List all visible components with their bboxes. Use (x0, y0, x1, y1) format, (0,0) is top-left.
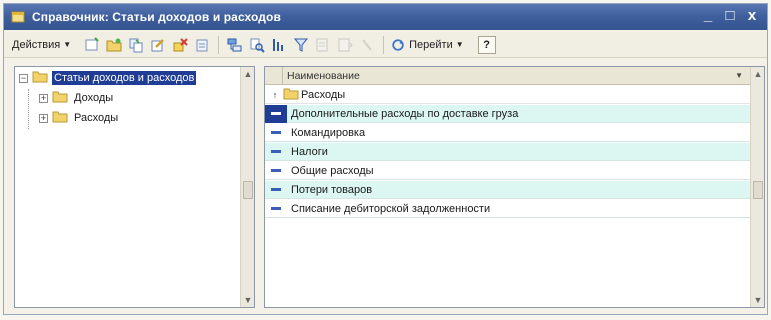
window-controls: _ □ x (699, 7, 761, 25)
folder-icon (52, 90, 68, 106)
column-header-name[interactable]: Наименование (287, 70, 360, 82)
toolbar-separator (218, 35, 220, 54)
tree-node-expenses[interactable]: + Расходы (39, 109, 120, 127)
hierarchy-icon[interactable] (225, 35, 245, 55)
sort-icon[interactable] (335, 35, 355, 55)
scroll-thumb[interactable] (753, 181, 763, 199)
scroll-down-icon[interactable]: ▼ (241, 293, 255, 307)
header-gutter (265, 66, 283, 85)
list-header[interactable]: Наименование ▼ (265, 66, 751, 85)
list-row[interactable]: Потери товаров (265, 181, 751, 199)
list-row[interactable]: Командировка (265, 124, 751, 142)
list-row[interactable]: Налоги (265, 143, 751, 161)
goto-menu-button[interactable]: Перейти ▼ (389, 36, 466, 54)
scroll-thumb[interactable] (243, 181, 253, 199)
tree-connector (28, 89, 29, 129)
list-row-name: Общие расходы (291, 164, 374, 177)
folder-icon (283, 87, 299, 103)
copy-icon[interactable] (126, 35, 146, 55)
list-row[interactable]: Дополнительные расходы по доставке груза (265, 104, 751, 123)
list-row-name: Дополнительные расходы по доставке груза (291, 107, 519, 120)
goto-menu-label: Перейти (409, 38, 453, 51)
filter-icon[interactable] (291, 35, 311, 55)
list-parent-row[interactable]: ↑ Расходы (265, 86, 751, 104)
add-folder-icon[interactable] (104, 35, 124, 55)
refresh-icon[interactable] (357, 35, 377, 55)
tree-panel[interactable]: − Статьи доходов и расходов + Доходы + Р… (14, 66, 255, 308)
maximize-button[interactable]: □ (721, 7, 739, 25)
toolbar-separator (383, 35, 385, 54)
help-button[interactable]: ? (477, 35, 496, 54)
list-parent-label: Расходы (301, 88, 346, 101)
tree-node-income[interactable]: + Доходы (39, 89, 115, 107)
expand-toggle-icon[interactable]: + (39, 93, 48, 103)
reference-window: Справочник: Статьи доходов и расходов _ … (3, 3, 768, 315)
expand-toggle-icon[interactable]: + (39, 113, 48, 123)
actions-menu-label: Действия (12, 38, 61, 51)
item-marker-icon (265, 143, 287, 161)
list-row-name: Налоги (291, 145, 328, 158)
tree-node-root-label: Статьи доходов и расходов (52, 71, 197, 85)
item-marker-icon (265, 124, 287, 142)
folder-icon (32, 70, 48, 86)
delete-icon[interactable] (170, 35, 190, 55)
tree-node-income-label: Доходы (74, 92, 114, 104)
tree-scrollbar[interactable]: ▲ ▼ (240, 67, 254, 307)
list-row[interactable]: Общие расходы (265, 162, 751, 180)
item-marker-icon (265, 181, 287, 199)
close-button[interactable]: x (743, 7, 761, 25)
list-row-name: Командировка (291, 126, 366, 139)
sort-down-icon: ▼ (735, 71, 743, 80)
filter-off-icon[interactable] (313, 35, 333, 55)
scroll-down-icon[interactable]: ▼ (751, 293, 765, 307)
up-level-icon: ↑ (272, 89, 278, 100)
list-row-name: Потери товаров (291, 183, 373, 196)
item-marker-icon (265, 162, 287, 180)
title-bar[interactable]: Справочник: Статьи доходов и расходов _ … (4, 4, 767, 30)
panel-splitter[interactable] (256, 66, 264, 308)
search-in-list-icon[interactable] (269, 35, 289, 55)
tree-node-root[interactable]: − Статьи доходов и расходов (19, 69, 197, 87)
goto-icon (392, 38, 404, 51)
item-marker-icon (265, 104, 287, 123)
window-title: Справочник: Статьи доходов и расходов (32, 10, 281, 24)
chevron-down-icon: ▼ (63, 40, 72, 49)
list-row-name: Списание дебиторской задолженности (291, 202, 491, 215)
list-scrollbar[interactable]: ▲ ▼ (750, 67, 764, 307)
toolbar: Действия ▼ Перейти ▼ ? (4, 32, 767, 58)
tree-node-expenses-label: Расходы (74, 112, 119, 124)
folder-icon (52, 110, 68, 126)
scroll-up-icon[interactable]: ▲ (241, 67, 255, 81)
add-item-icon[interactable] (82, 35, 102, 55)
catalog-icon (10, 9, 26, 25)
chevron-down-icon: ▼ (455, 40, 464, 49)
item-marker-icon (265, 200, 287, 218)
edit-icon[interactable] (148, 35, 168, 55)
mark-deletion-icon[interactable] (192, 35, 212, 55)
list-row[interactable]: Списание дебиторской задолженности (265, 200, 751, 218)
collapse-toggle-icon[interactable]: − (19, 73, 28, 83)
find-icon[interactable] (247, 35, 267, 55)
actions-menu-button[interactable]: Действия ▼ (10, 37, 73, 53)
minimize-button[interactable]: _ (699, 7, 717, 25)
scroll-up-icon[interactable]: ▲ (751, 67, 765, 81)
list-panel[interactable]: Наименование ▼ ↑ Расходы Дополнительные … (264, 66, 765, 308)
